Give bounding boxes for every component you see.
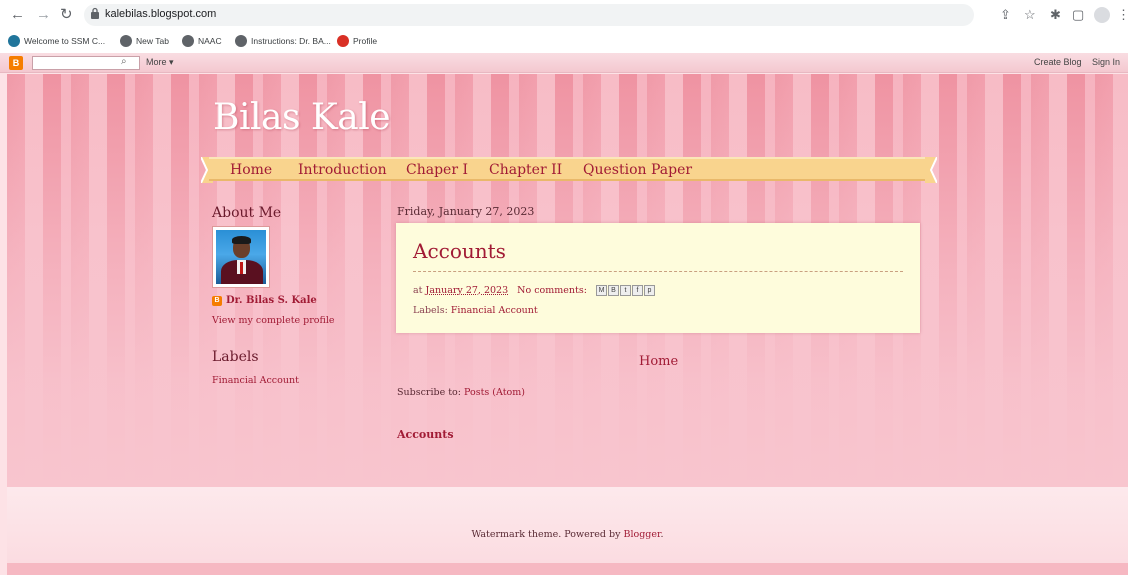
- share-buttons: M B t f p: [596, 285, 655, 296]
- about-me-heading: About Me: [212, 205, 282, 221]
- reload-icon[interactable]: ↻: [60, 6, 73, 24]
- blog-content: Bilas Kale Home Introduction Chaper I Ch…: [7, 74, 1128, 487]
- profile-name: Dr. Bilas S. Kale: [226, 295, 317, 306]
- back-icon[interactable]: ←: [10, 6, 25, 24]
- post-comments-link[interactable]: No comments:: [517, 285, 587, 296]
- blogger-navbar: B ⌕ More ▾ Create Blog Sign In: [0, 53, 1128, 73]
- footer: Watermark theme. Powered by Blogger.: [7, 487, 1128, 563]
- menu-kebab-icon[interactable]: ⋮: [1117, 6, 1128, 24]
- post-divider: [413, 271, 903, 272]
- profile-name-link[interactable]: B Dr. Bilas S. Kale: [212, 294, 317, 308]
- url-text[interactable]: kalebilas.blogspot.com: [105, 6, 216, 22]
- pinterest-share-icon[interactable]: p: [644, 285, 655, 296]
- address-bar[interactable]: [84, 4, 974, 26]
- bookmark-item[interactable]: New Tab: [120, 35, 169, 47]
- bookmark-item[interactable]: Welcome to SSM C...: [8, 35, 105, 47]
- blogger-profile-icon: B: [212, 296, 222, 306]
- bookmark-label: Welcome to SSM C...: [24, 36, 106, 46]
- profile-avatar-icon[interactable]: [1094, 7, 1110, 23]
- create-blog-link[interactable]: Create Blog: [1034, 57, 1082, 67]
- bookmark-label: Instructions: Dr. BA...: [251, 36, 331, 46]
- blogger-link[interactable]: Blogger: [623, 529, 660, 540]
- globe-icon: [182, 35, 194, 47]
- post-at-prefix: at: [413, 285, 423, 296]
- view-profile-link[interactable]: View my complete profile: [212, 314, 335, 327]
- footer-attribution: Watermark theme. Powered by Blogger.: [7, 529, 1128, 541]
- blogger-logo-icon[interactable]: B: [9, 56, 23, 70]
- tab-bar-right-end: [925, 157, 937, 183]
- blog-title[interactable]: Bilas Kale: [213, 96, 391, 140]
- bookmark-label: New Tab: [136, 36, 169, 46]
- post-timestamp-link[interactable]: January 27, 2023: [426, 285, 509, 296]
- bookmark-item[interactable]: Instructions: Dr. BA...: [235, 35, 331, 47]
- bookmark-star-icon[interactable]: ☆: [1024, 6, 1036, 24]
- address-row: ← → ↻ kalebilas.blogspot.com ⇪ ☆ ✱ ▢ ⋮: [0, 0, 1128, 30]
- posts-atom-link[interactable]: Posts (Atom): [464, 387, 525, 398]
- sign-in-link[interactable]: Sign In: [1092, 57, 1120, 67]
- tab-chapter-i[interactable]: Chaper I: [406, 161, 468, 179]
- search-icon[interactable]: ⌕: [121, 56, 127, 67]
- post-title[interactable]: Accounts: [413, 238, 506, 264]
- subscribe-prefix: Subscribe to:: [397, 387, 461, 398]
- tab-home[interactable]: Home: [230, 161, 272, 179]
- forward-icon[interactable]: →: [36, 6, 51, 24]
- post-footer: at January 27, 2023 No comments:: [413, 285, 587, 297]
- sidepanel-icon[interactable]: ▢: [1072, 6, 1084, 24]
- bottom-strip: [7, 563, 1128, 575]
- tab-chapter-ii[interactable]: Chapter II: [489, 161, 562, 179]
- sidebar-label-link[interactable]: Financial Account: [212, 374, 299, 387]
- wordpress-icon: [8, 35, 20, 47]
- bookmark-item[interactable]: Profile: [337, 35, 377, 47]
- post-date-header: Friday, January 27, 2023: [397, 205, 535, 218]
- labels-heading: Labels: [212, 349, 259, 365]
- tab-introduction[interactable]: Introduction: [298, 161, 387, 179]
- tab-question-paper[interactable]: Question Paper: [583, 161, 692, 179]
- footer-suffix: .: [660, 529, 664, 540]
- post-labels-prefix: Labels:: [413, 305, 448, 316]
- subscribe-line: Subscribe to: Posts (Atom): [397, 387, 525, 399]
- bookmarks-bar: Welcome to SSM C... New Tab NAAC Instruc…: [0, 30, 1128, 53]
- extensions-icon[interactable]: ✱: [1050, 6, 1061, 24]
- email-share-icon[interactable]: M: [596, 285, 607, 296]
- globe-icon: [235, 35, 247, 47]
- accounts-link[interactable]: Accounts: [397, 428, 454, 442]
- share-icon[interactable]: ⇪: [1000, 6, 1011, 24]
- bookmark-label: Profile: [353, 36, 378, 46]
- facebook-share-icon[interactable]: f: [632, 285, 643, 296]
- post-card: Accounts at January 27, 2023 No comments…: [396, 223, 920, 333]
- more-menu[interactable]: More ▾: [146, 57, 174, 68]
- bookmark-item[interactable]: NAAC: [182, 35, 222, 47]
- lock-icon: [91, 7, 99, 19]
- blogthis-share-icon[interactable]: B: [608, 285, 619, 296]
- profile-site-icon: [337, 35, 349, 47]
- tab-bar: Home Introduction Chaper I Chapter II Qu…: [201, 157, 937, 183]
- profile-photo[interactable]: [212, 226, 270, 288]
- post-labels: Labels: Financial Account: [413, 305, 538, 317]
- footer-prefix: Watermark theme. Powered by: [471, 529, 621, 540]
- post-label-link[interactable]: Financial Account: [451, 305, 538, 316]
- home-link[interactable]: Home: [639, 354, 678, 370]
- twitter-share-icon[interactable]: t: [620, 285, 631, 296]
- bookmark-label: NAAC: [198, 36, 222, 46]
- globe-icon: [120, 35, 132, 47]
- browser-chrome: ← → ↻ kalebilas.blogspot.com ⇪ ☆ ✱ ▢ ⋮ W…: [0, 0, 1128, 53]
